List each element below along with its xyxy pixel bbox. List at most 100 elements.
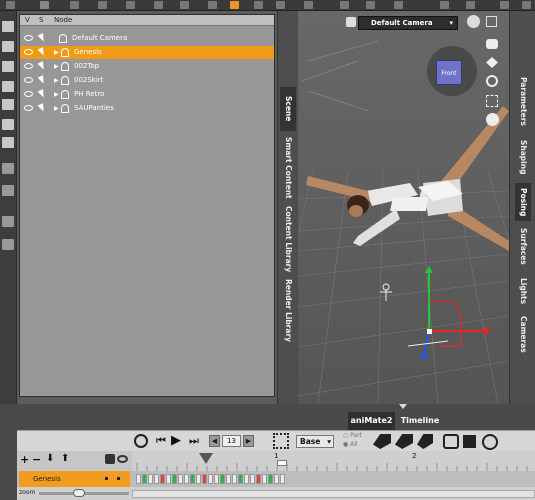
column-selectable[interactable]: S	[39, 16, 43, 24]
visibility-eye-icon[interactable]	[24, 63, 33, 69]
frame-prev-button[interactable]: ◀	[209, 435, 220, 447]
open-folder-icon[interactable]	[2, 61, 14, 72]
scene-node-row[interactable]: ▶ PH Retro	[20, 88, 274, 101]
tab-parameters[interactable]: Parameters	[515, 69, 531, 133]
column-visible[interactable]: V	[25, 16, 30, 24]
3d-viewport[interactable]: Default Camera ▾ Front	[298, 11, 509, 404]
expand-arrow-icon[interactable]: ▶	[54, 63, 59, 70]
visibility-eye-icon[interactable]	[24, 49, 33, 55]
tab-cameras[interactable]: Cameras	[515, 313, 531, 355]
keyframe-cell[interactable]	[172, 474, 177, 484]
undo-icon[interactable]	[2, 163, 14, 174]
expand-arrow-icon[interactable]: ▶	[54, 91, 59, 98]
camera-tool-icon[interactable]	[40, 1, 49, 9]
select-tool-icon[interactable]	[208, 1, 217, 9]
track-label-genesis[interactable]: Genesis	[19, 471, 130, 487]
visibility-eye-icon[interactable]	[24, 105, 33, 111]
visibility-eye-icon[interactable]	[24, 91, 33, 97]
keyframe-cell[interactable]	[232, 474, 237, 484]
step-forward-icon[interactable]: ⏭	[189, 435, 199, 447]
add-key-icon[interactable]	[373, 434, 391, 449]
zoom-icon[interactable]	[2, 239, 14, 250]
expand-arrow-icon[interactable]: ▶	[54, 77, 59, 84]
timeline-scrollbar[interactable]	[132, 490, 535, 498]
redo-icon[interactable]	[2, 185, 14, 196]
view-cube-widget[interactable]: Front	[427, 46, 477, 96]
scene-node-row[interactable]: ▶ SAUPanties	[20, 102, 274, 115]
aim-icon[interactable]	[486, 113, 499, 126]
keyframe-cell[interactable]	[178, 474, 183, 484]
new-file-icon[interactable]	[2, 21, 14, 32]
tab-render-library[interactable]: Render Library	[280, 277, 296, 345]
scene-node-row[interactable]: ▶ 002Skirt	[20, 74, 274, 87]
range-end-marker[interactable]	[277, 460, 287, 466]
frame-input[interactable]: 13	[222, 435, 241, 447]
keyframe-cell[interactable]	[220, 474, 225, 484]
save-animation-icon[interactable]	[463, 435, 476, 448]
timeline-ruler[interactable]: + − ⬇ ⬆ 1 2	[17, 451, 535, 471]
step-back-icon[interactable]: ⏮	[156, 435, 166, 447]
save-icon[interactable]	[2, 99, 14, 110]
visibility-eye-icon[interactable]	[117, 455, 128, 463]
render-settings-icon[interactable]	[500, 1, 509, 9]
keyframe-cell[interactable]	[256, 474, 261, 484]
save-as-icon[interactable]	[2, 119, 14, 130]
keyframe-cell[interactable]	[184, 474, 189, 484]
geometry-tool-icon[interactable]	[394, 1, 403, 9]
part-option[interactable]: ○ Part	[343, 432, 362, 439]
universal-tool-icon[interactable]	[230, 1, 239, 9]
shading-mode-icon[interactable]	[467, 15, 480, 28]
selectable-pointer-icon[interactable]	[37, 103, 47, 113]
node-tool-icon[interactable]	[340, 1, 349, 9]
key-tool-icon[interactable]	[417, 434, 433, 449]
light-tool-icon[interactable]	[70, 1, 79, 9]
zoom-slider-thumb[interactable]	[73, 489, 85, 497]
selectable-pointer-icon[interactable]	[37, 89, 47, 99]
layer-select[interactable]: Base ▾	[296, 435, 334, 448]
play-icon[interactable]: ▶	[171, 434, 181, 448]
surface-tool-icon[interactable]	[366, 1, 375, 9]
visibility-eye-icon[interactable]	[24, 77, 33, 83]
curve-editor-icon[interactable]	[443, 434, 459, 449]
selectable-pointer-icon[interactable]	[37, 47, 47, 57]
keyframe-cell[interactable]	[274, 474, 279, 484]
keyframe-cell[interactable]	[208, 474, 213, 484]
maximize-icon[interactable]	[486, 16, 497, 27]
joint-tool-icon[interactable]	[440, 1, 449, 9]
record-icon[interactable]	[482, 434, 498, 450]
hierarchy-tool-icon[interactable]	[466, 1, 475, 9]
track-row[interactable]: Genesis	[17, 471, 535, 487]
orbit-icon[interactable]	[486, 39, 498, 49]
tab-timeline[interactable]: Timeline	[397, 412, 443, 430]
expand-arrow-icon[interactable]: ▶	[54, 49, 59, 56]
merge-icon[interactable]	[2, 81, 14, 92]
move-down-icon[interactable]: ⬇	[46, 453, 54, 464]
move-up-icon[interactable]: ⬆	[61, 453, 69, 464]
import-icon[interactable]	[2, 137, 14, 148]
selectable-pointer-icon[interactable]	[37, 75, 47, 85]
primitive-tool-icon[interactable]	[98, 1, 107, 9]
tab-lights[interactable]: Lights	[515, 273, 531, 309]
toolbar-icon-1[interactable]	[6, 1, 15, 9]
keyframe-cell[interactable]	[190, 474, 195, 484]
keyframe-cell[interactable]	[196, 474, 201, 484]
translate-tool-icon[interactable]	[276, 1, 285, 9]
frame-icon[interactable]	[486, 95, 498, 107]
frame-next-button[interactable]: ▶	[243, 435, 254, 447]
camera-menu-icon[interactable]	[346, 17, 356, 27]
keyframe-cell[interactable]	[142, 474, 147, 484]
keyframe-cell[interactable]	[136, 474, 141, 484]
grid-tool-icon[interactable]	[154, 1, 163, 9]
keyframe-cell[interactable]	[148, 474, 153, 484]
add-key-alt-icon[interactable]	[395, 434, 413, 449]
keyframe-cell[interactable]	[250, 474, 255, 484]
render-tool-icon[interactable]	[180, 1, 189, 9]
scene-node-row[interactable]: ▶ Genesis	[20, 46, 274, 59]
camera-select[interactable]: Default Camera ▾	[358, 16, 458, 30]
keyframe-cell[interactable]	[262, 474, 267, 484]
zoom-camera-icon[interactable]	[486, 75, 498, 87]
keyframe-cell[interactable]	[214, 474, 219, 484]
settings-icon[interactable]	[2, 216, 14, 227]
menu-icon[interactable]	[522, 1, 531, 9]
keyframe-cell[interactable]	[160, 474, 165, 484]
